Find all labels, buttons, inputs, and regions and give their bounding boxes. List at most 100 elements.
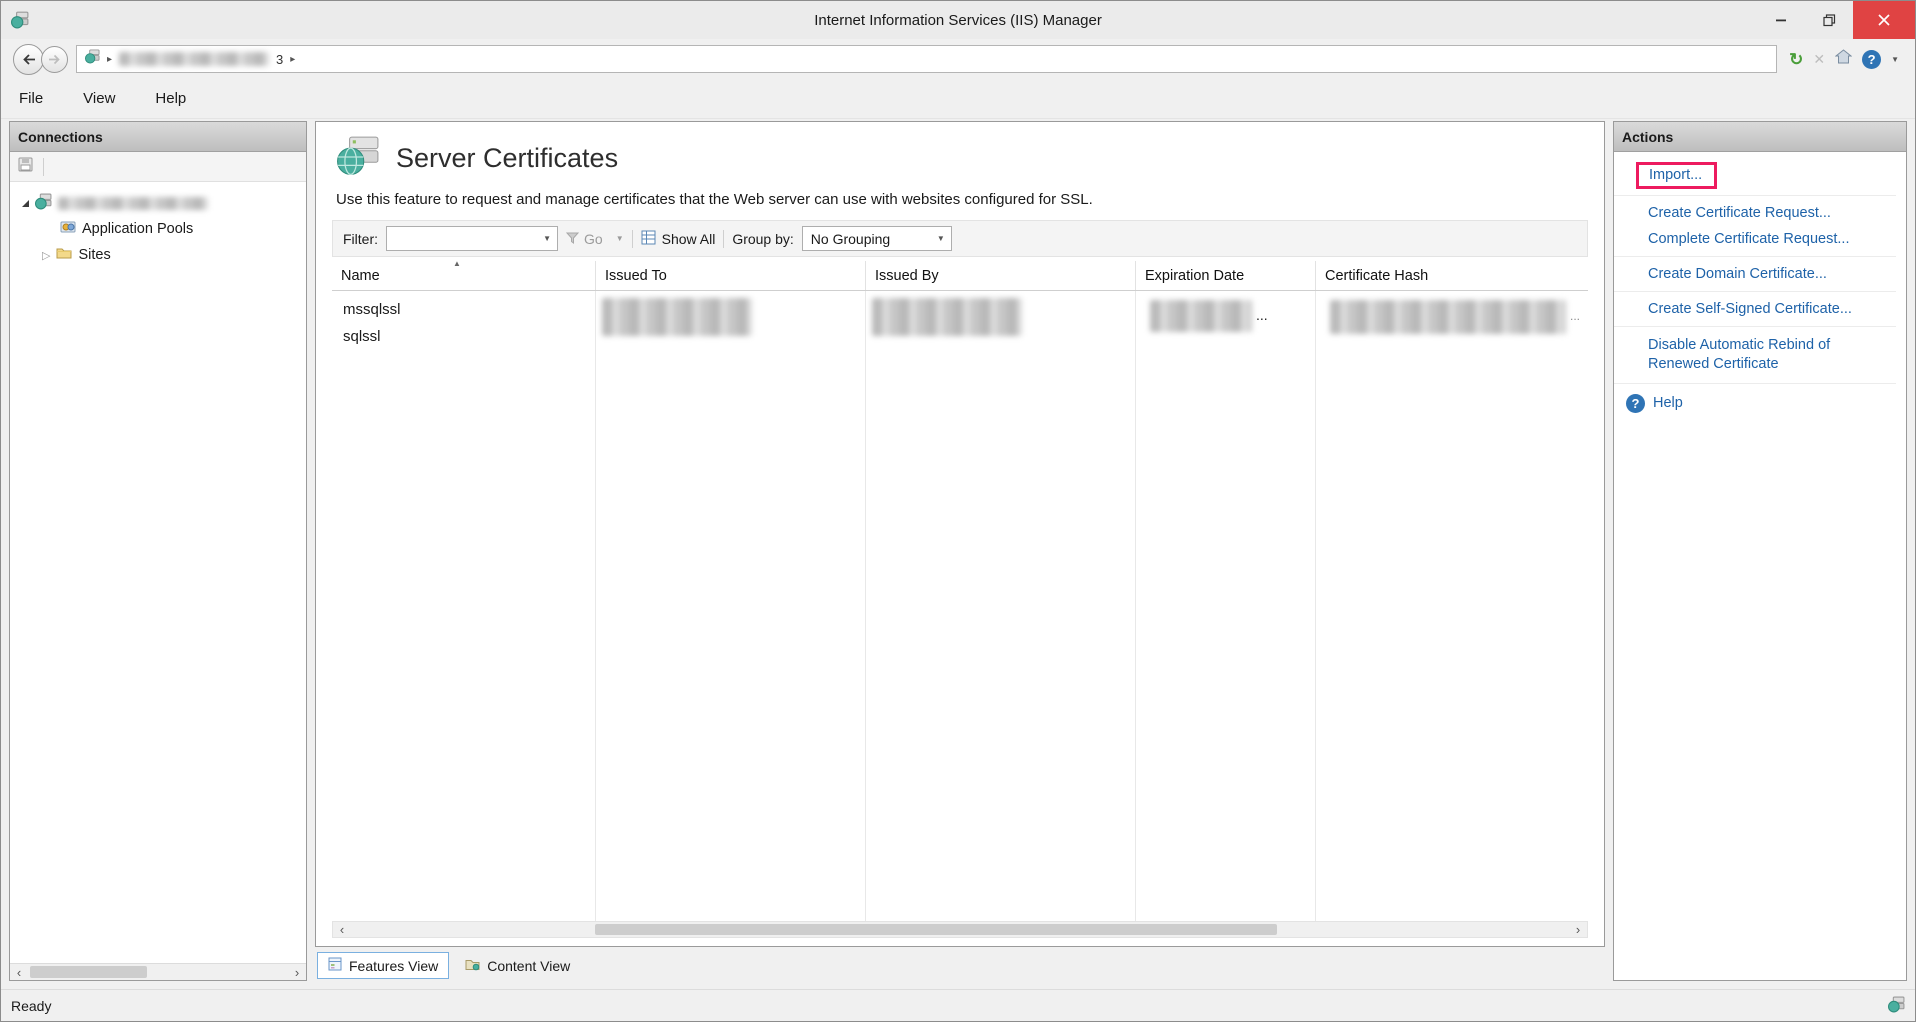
import-annotation-highlight: Import... bbox=[1636, 162, 1717, 189]
toolbar-separator bbox=[632, 230, 633, 248]
save-connection-icon[interactable] bbox=[18, 157, 33, 177]
server-certificates-panel: Server Certificates Use this feature to … bbox=[315, 121, 1605, 947]
action-help-item[interactable]: ? Help bbox=[1614, 388, 1906, 413]
breadcrumb[interactable]: ▸ 3 ▸ bbox=[76, 45, 1777, 73]
scroll-left-arrow[interactable]: ‹ bbox=[333, 921, 351, 938]
scrollbar-thumb[interactable] bbox=[30, 966, 147, 978]
column-label: Expiration Date bbox=[1145, 268, 1244, 284]
action-import-link[interactable]: Import... bbox=[1649, 167, 1702, 183]
home-icon[interactable] bbox=[1835, 49, 1852, 69]
actions-separator bbox=[1614, 195, 1896, 196]
iis-manager-window: Internet Information Services (IIS) Mana… bbox=[0, 0, 1916, 1022]
column-header-expiration-date[interactable]: Expiration Date bbox=[1136, 261, 1316, 290]
go-button[interactable]: Go ▼ bbox=[566, 231, 624, 247]
scroll-right-arrow[interactable]: › bbox=[1569, 921, 1587, 938]
help-icon: ? bbox=[1626, 394, 1645, 413]
connections-tree: Application Pools ▷ Sites bbox=[10, 182, 306, 963]
status-bar: Ready bbox=[1, 989, 1915, 1021]
column-header-issued-to[interactable]: Issued To bbox=[596, 261, 866, 290]
server-icon bbox=[35, 193, 52, 214]
restore-button[interactable] bbox=[1805, 1, 1853, 39]
scrollbar-thumb[interactable] bbox=[595, 924, 1277, 935]
menu-file[interactable]: File bbox=[19, 90, 43, 107]
tree-item-sites[interactable]: ▷ Sites bbox=[14, 242, 302, 268]
close-button[interactable] bbox=[1853, 1, 1915, 39]
column-certificate-hash: ... bbox=[1316, 291, 1588, 921]
group-by-label: Group by: bbox=[732, 231, 793, 247]
column-issued-by bbox=[866, 291, 1136, 921]
show-all-label: Show All bbox=[662, 231, 716, 247]
address-bar: ▸ 3 ▸ ↻ ✕ ? ▼ bbox=[1, 39, 1915, 79]
tab-content-view[interactable]: Content View bbox=[455, 952, 580, 979]
menu-help[interactable]: Help bbox=[155, 90, 186, 107]
actions-separator bbox=[1614, 383, 1896, 384]
refresh-icon[interactable]: ↻ bbox=[1789, 51, 1803, 68]
redacted-expiration-date bbox=[1150, 300, 1252, 332]
action-create-self-signed-certificate-link[interactable]: Create Self-Signed Certificate... bbox=[1614, 296, 1906, 322]
column-label: Name bbox=[341, 268, 380, 284]
table-header-row: Name ▲ Issued To Issued By Expiration Da… bbox=[332, 261, 1588, 291]
view-tabs: Features View Content View bbox=[315, 947, 1605, 981]
title-bar: Internet Information Services (IIS) Mana… bbox=[1, 1, 1915, 39]
help-dropdown-caret-icon[interactable]: ▼ bbox=[1891, 55, 1899, 64]
server-certificates-icon bbox=[336, 136, 380, 181]
connections-toolbar bbox=[10, 152, 306, 182]
menu-view[interactable]: View bbox=[83, 90, 115, 107]
tab-features-view[interactable]: Features View bbox=[317, 952, 449, 979]
scroll-right-arrow[interactable]: › bbox=[288, 964, 306, 981]
action-create-certificate-request-link[interactable]: Create Certificate Request... bbox=[1614, 200, 1906, 226]
connections-header: Connections bbox=[10, 122, 306, 152]
action-create-domain-certificate-link[interactable]: Create Domain Certificate... bbox=[1614, 261, 1906, 287]
action-help-link[interactable]: Help bbox=[1653, 395, 1683, 411]
tree-item-label: Sites bbox=[78, 247, 110, 263]
sort-ascending-icon: ▲ bbox=[453, 259, 461, 268]
actions-list: Import... Create Certificate Request... … bbox=[1614, 152, 1906, 980]
application-pools-icon bbox=[60, 219, 76, 239]
forward-button[interactable] bbox=[41, 46, 68, 73]
redacted-server-name bbox=[119, 52, 269, 66]
column-header-certificate-hash[interactable]: Certificate Hash bbox=[1316, 261, 1588, 290]
minimize-button[interactable] bbox=[1757, 1, 1805, 39]
scroll-left-arrow[interactable]: ‹ bbox=[10, 964, 28, 981]
truncation-ellipsis: ... bbox=[1570, 309, 1580, 323]
chevron-right-icon: ▸ bbox=[290, 54, 295, 65]
filter-label: Filter: bbox=[343, 231, 378, 247]
actions-header: Actions bbox=[1614, 122, 1906, 152]
iis-app-icon bbox=[11, 11, 29, 29]
scrollbar-track[interactable] bbox=[28, 964, 288, 980]
collapsed-triangle-icon[interactable]: ▷ bbox=[42, 249, 50, 262]
action-disable-automatic-rebind-link[interactable]: Disable Automatic Rebind of Renewed Cert… bbox=[1614, 331, 1858, 379]
column-label: Issued By bbox=[875, 268, 939, 284]
menu-bar: File View Help bbox=[1, 79, 1915, 119]
server-icon bbox=[85, 49, 100, 69]
expanded-triangle-icon[interactable] bbox=[22, 200, 29, 207]
show-all-button[interactable]: Show All bbox=[641, 230, 716, 248]
column-name: mssqlssl sqlssl bbox=[332, 291, 596, 921]
table-row-sqlssl[interactable]: sqlssl bbox=[332, 323, 595, 350]
filter-input[interactable]: ▼ bbox=[386, 226, 558, 251]
column-header-issued-by[interactable]: Issued By bbox=[866, 261, 1136, 290]
address-bar-icons: ↻ ✕ ? ▼ bbox=[1785, 49, 1903, 69]
filter-funnel-icon bbox=[566, 231, 579, 247]
table-row-mssqlssl[interactable]: mssqlssl bbox=[332, 296, 595, 323]
toolbar-separator bbox=[723, 230, 724, 248]
status-text: Ready bbox=[11, 998, 51, 1014]
scrollbar-track[interactable] bbox=[351, 922, 1569, 937]
tree-item-server-root[interactable] bbox=[14, 190, 302, 216]
tab-label: Features View bbox=[349, 958, 438, 974]
action-complete-certificate-request-link[interactable]: Complete Certificate Request... bbox=[1614, 226, 1906, 252]
group-by-select[interactable]: No Grouping ▼ bbox=[802, 226, 952, 251]
tree-item-application-pools[interactable]: Application Pools bbox=[14, 216, 302, 242]
table-body: mssqlssl sqlssl ... bbox=[332, 291, 1588, 921]
connections-horizontal-scrollbar: ‹ › bbox=[10, 963, 306, 980]
help-icon[interactable]: ? bbox=[1862, 50, 1881, 69]
column-issued-to bbox=[596, 291, 866, 921]
window-controls bbox=[1757, 1, 1915, 39]
main-column: Server Certificates Use this feature to … bbox=[315, 121, 1605, 981]
window-title: Internet Information Services (IIS) Mana… bbox=[1, 12, 1915, 29]
clear-icon: ✕ bbox=[1813, 52, 1825, 66]
page-title: Server Certificates bbox=[396, 143, 618, 174]
back-button[interactable] bbox=[13, 44, 44, 75]
column-header-name[interactable]: Name ▲ bbox=[332, 261, 596, 290]
column-label: Issued To bbox=[605, 268, 667, 284]
